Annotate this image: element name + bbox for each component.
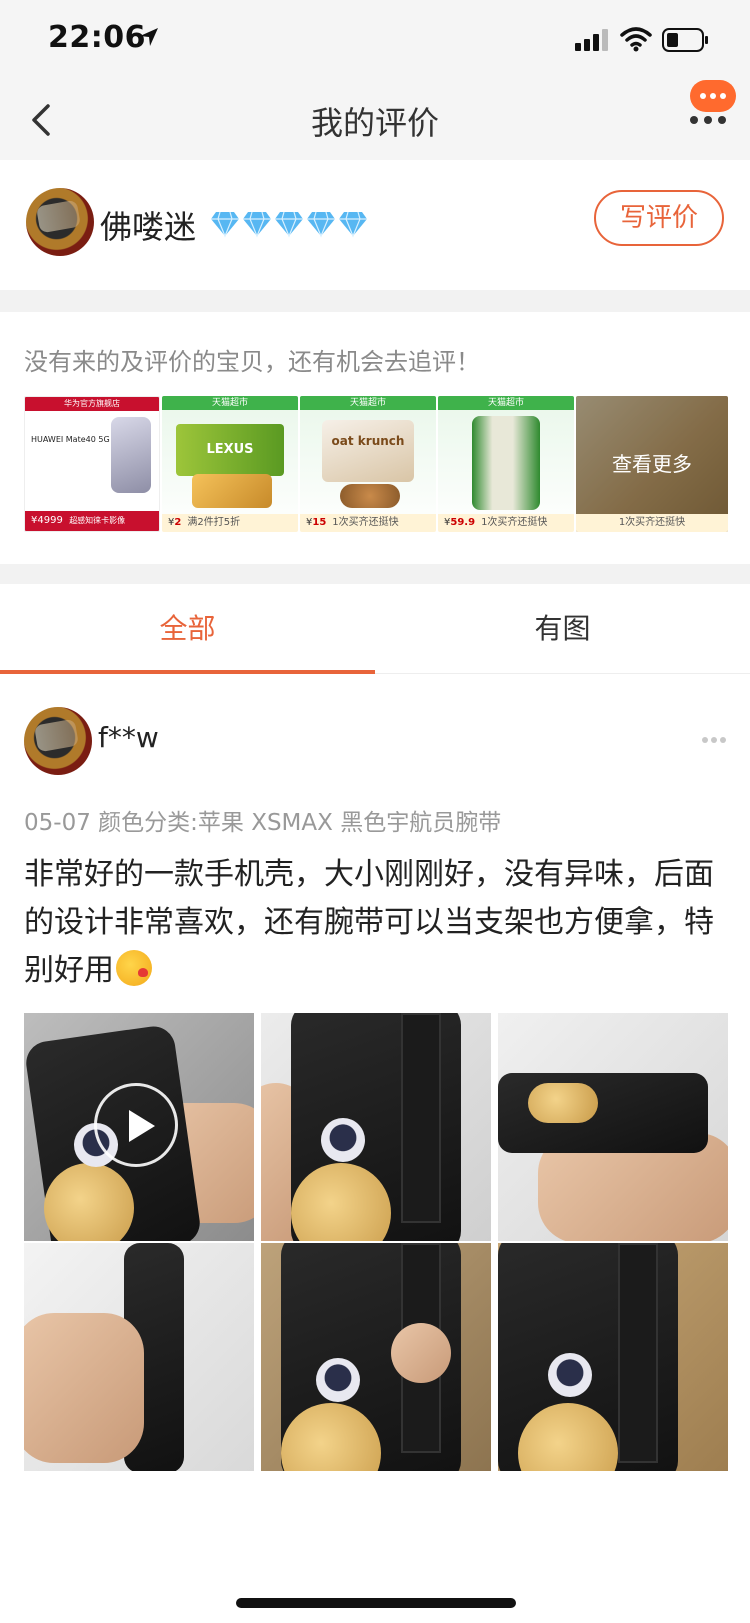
product-image xyxy=(340,484,400,508)
review-text-block: 非常好的一款手机壳，大小刚刚好，没有异味，后面的设计非常喜欢，还有腕带可以当支架… xyxy=(24,851,724,995)
write-review-button[interactable]: 写评价 xyxy=(594,190,724,246)
thumb-price: 2 xyxy=(174,517,182,528)
photo-astronaut xyxy=(548,1353,592,1397)
avatar[interactable] xyxy=(26,188,94,256)
review-more-icon[interactable] xyxy=(702,737,726,745)
username: 佛喽迷 xyxy=(100,208,197,246)
thumb-price-bar: 1次买齐还挺快 xyxy=(576,514,728,532)
photo-astronaut xyxy=(316,1358,360,1402)
review-card: f**w 05-07 颜色分类:苹果 XSMAX 黑色宇航员腕带 非常好的一款手… xyxy=(0,675,750,1623)
more-dots-icon[interactable] xyxy=(690,116,730,126)
thumb-price-bar: ¥15 1次买齐还挺快 xyxy=(300,514,436,532)
review-photo[interactable] xyxy=(498,1243,728,1471)
review-photo-grid xyxy=(24,1013,728,1471)
pending-item-thumbnail[interactable]: 天猫超市 LEXUS ¥2 满2件打5折 xyxy=(162,396,298,532)
thumb-store-header: 天猫超市 xyxy=(162,396,298,410)
diamond-icon xyxy=(339,211,367,238)
photo-hand xyxy=(391,1323,451,1383)
nav-bar: 我的评价 xyxy=(0,80,750,160)
view-more-label: 查看更多 xyxy=(612,452,692,476)
active-tab-indicator xyxy=(0,670,375,674)
product-image xyxy=(472,416,540,510)
diamond-icon xyxy=(307,211,335,238)
diamond-icon xyxy=(211,211,239,238)
thumb-price-bar: ¥4999 超感知徕卡影像 xyxy=(25,511,159,531)
review-photo[interactable] xyxy=(261,1243,491,1471)
pending-item-thumbnail[interactable]: 天猫超市 ¥59.9 1次买齐还挺快 xyxy=(438,396,574,532)
home-indicator xyxy=(236,1598,516,1608)
thumb-badge: 1次买齐还挺快 xyxy=(618,517,686,528)
photo-strap xyxy=(401,1013,441,1223)
thumb-badge: 1次买齐还挺快 xyxy=(481,517,548,528)
status-time: 22:06 xyxy=(48,20,146,55)
thumb-price-bar: ¥2 满2件打5折 xyxy=(162,514,298,532)
status-bar: 22:06 xyxy=(0,0,750,80)
thumb-price-bar: ¥59.9 1次买齐还挺快 xyxy=(438,514,574,532)
photo-planet xyxy=(528,1083,598,1123)
thumb-badge: 超感知徕卡影像 xyxy=(69,516,126,525)
thumb-badge: 1次买齐还挺快 xyxy=(332,517,399,528)
thumb-price: 15 xyxy=(312,517,327,528)
pending-reviews-section: 没有来的及评价的宝贝，还有机会去追评！ 华为官方旗舰店 HUAWEI Mate4… xyxy=(0,312,750,564)
review-photo[interactable] xyxy=(24,1243,254,1471)
thumb-price: 4999 xyxy=(37,515,63,526)
pending-reviews-hint: 没有来的及评价的宝贝，还有机会去追评！ xyxy=(24,348,480,376)
photo-hand xyxy=(24,1313,144,1463)
page-title: 我的评价 xyxy=(310,104,439,142)
play-icon[interactable] xyxy=(94,1083,178,1167)
review-tabs: 全部 有图 xyxy=(0,584,750,674)
photo-phone-case xyxy=(498,1073,708,1153)
thumb-store-header: 华为官方旗舰店 xyxy=(25,397,159,411)
kissing-face-emoji-icon xyxy=(116,950,152,986)
reviewer-name: f**w xyxy=(98,721,159,754)
location-arrow-icon xyxy=(140,28,158,46)
product-image xyxy=(192,474,272,508)
thumb-store-header: 天猫超市 xyxy=(300,396,436,410)
message-bubble-icon[interactable] xyxy=(690,80,736,112)
thumb-store-header: 天猫超市 xyxy=(438,396,574,410)
thumb-product-name: HUAWEI Mate40 5G xyxy=(31,435,110,444)
view-more-thumbnail[interactable]: 查看更多 1次买齐还挺快 xyxy=(576,396,728,532)
photo-strap xyxy=(618,1243,658,1463)
section-divider xyxy=(0,564,750,584)
battery-icon xyxy=(662,28,708,52)
pending-item-thumbnail[interactable]: 天猫超市 oat krunch ¥15 1次买齐还挺快 xyxy=(300,396,436,532)
photo-astronaut xyxy=(321,1118,365,1162)
thumb-price: 59.9 xyxy=(450,517,476,528)
diamond-icon xyxy=(275,211,303,238)
tab-with-images[interactable]: 有图 xyxy=(375,584,750,674)
level-diamonds xyxy=(210,208,368,238)
reviewer-avatar[interactable] xyxy=(24,707,92,775)
review-photo[interactable] xyxy=(261,1013,491,1241)
thumb-badge: 满2件打5折 xyxy=(187,517,241,528)
diamond-icon xyxy=(243,211,271,238)
product-image xyxy=(111,417,151,493)
pending-thumbnails: 华为官方旗舰店 HUAWEI Mate40 5G ¥4999 超感知徕卡影像 天… xyxy=(24,396,728,532)
profile-header: 佛喽迷 写评价 xyxy=(0,160,750,290)
wifi-icon xyxy=(620,27,652,52)
section-divider xyxy=(0,290,750,312)
thumb-product-name: oat krunch xyxy=(322,420,414,482)
tab-all[interactable]: 全部 xyxy=(0,584,375,674)
cellular-signal-icon xyxy=(575,29,608,51)
review-photo[interactable] xyxy=(498,1013,728,1241)
review-meta: 05-07 颜色分类:苹果 XSMAX 黑色宇航员腕带 xyxy=(24,810,502,836)
thumb-product-name: LEXUS xyxy=(176,424,284,476)
pending-item-thumbnail[interactable]: 华为官方旗舰店 HUAWEI Mate40 5G ¥4999 超感知徕卡影像 xyxy=(24,396,160,532)
review-video-thumbnail[interactable] xyxy=(24,1013,254,1241)
